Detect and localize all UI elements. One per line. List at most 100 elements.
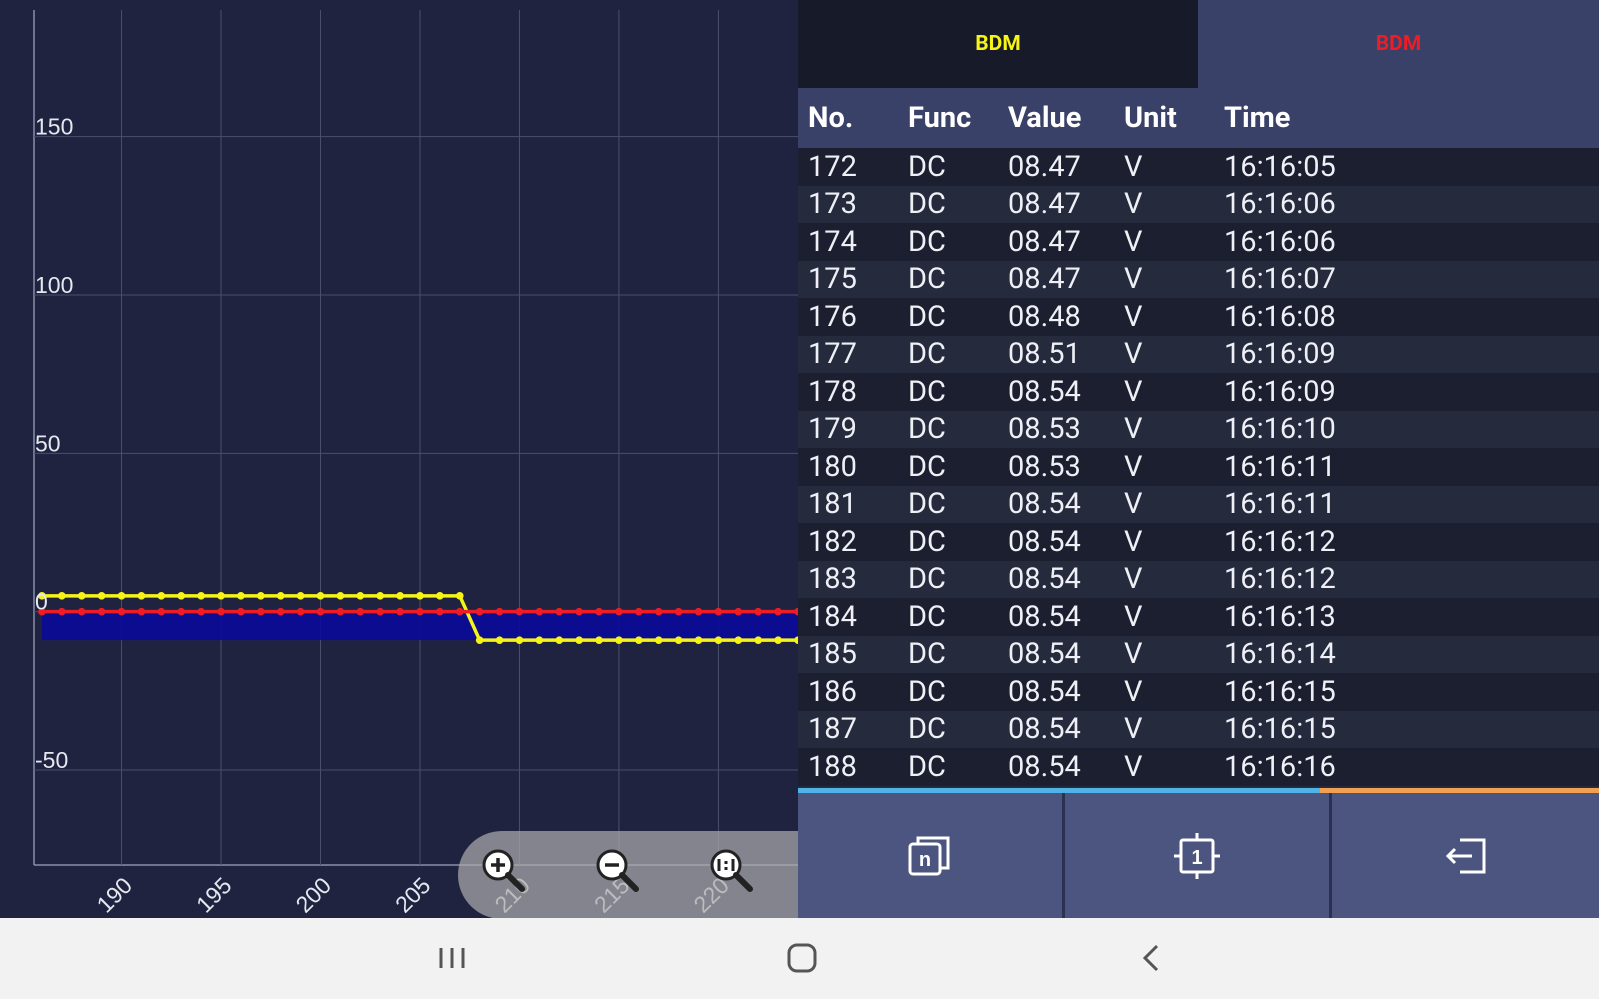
- zoom-reset-button[interactable]: [706, 845, 756, 895]
- back-icon: [1142, 944, 1159, 972]
- cell-func: DC: [908, 262, 946, 297]
- series-point-0: [197, 592, 205, 600]
- cell-value: 08.54: [1008, 562, 1081, 597]
- table-row[interactable]: 173 DC 08.47 V 16:16:06: [798, 185, 1599, 223]
- cell-no: 188: [808, 749, 857, 784]
- select-n-button[interactable]: n: [798, 793, 1062, 918]
- trend-chart[interactable]: 150100500-50 190195200205210215220: [0, 0, 798, 918]
- series-point-0: [515, 636, 524, 644]
- cell-no: 179: [808, 412, 857, 447]
- cell-value: 08.54: [1008, 674, 1081, 709]
- cell-time: 16:16:16: [1224, 749, 1336, 784]
- cell-value: 08.53: [1008, 449, 1081, 484]
- table-row[interactable]: 174 DC 08.47 V 16:16:06: [798, 223, 1599, 261]
- cell-time: 16:16:14: [1224, 637, 1336, 672]
- table-row[interactable]: 172 DC 08.47 V 16:16:05: [798, 148, 1599, 186]
- series-point-1: [416, 607, 424, 616]
- series-point-1: [197, 607, 205, 616]
- chart-panel[interactable]: 150100500-50 190195200205210215220: [0, 0, 798, 918]
- home-button[interactable]: [780, 936, 824, 980]
- series-point-0: [555, 636, 564, 644]
- series-point-0: [475, 636, 484, 644]
- series-point-1: [495, 607, 504, 616]
- cell-time: 16:16:12: [1224, 562, 1336, 597]
- exit-button[interactable]: [1332, 793, 1599, 918]
- series-point-0: [217, 592, 225, 600]
- exit-icon: [1445, 838, 1485, 873]
- series-point-0: [356, 592, 365, 600]
- y-tick-label: -50: [35, 747, 68, 773]
- series-point-1: [654, 607, 663, 616]
- cell-time: 16:16:11: [1224, 487, 1336, 522]
- cell-time: 16:16:11: [1224, 449, 1336, 484]
- series-point-0: [117, 592, 126, 600]
- cell-func: DC: [908, 637, 946, 672]
- series-point-0: [714, 636, 723, 644]
- table-row[interactable]: 186 DC 08.54 V 16:16:15: [798, 673, 1599, 711]
- recent-apps-button[interactable]: [430, 936, 474, 980]
- table-row[interactable]: 182 DC 08.54 V 16:16:12: [798, 523, 1599, 561]
- series-point-0: [276, 592, 285, 600]
- cell-value: 08.47: [1008, 149, 1081, 184]
- series-point-0: [774, 636, 782, 644]
- series-point-0: [734, 636, 743, 644]
- table-row[interactable]: 181 DC 08.54 V 16:16:11: [798, 485, 1599, 523]
- y-tick-label: 50: [35, 430, 61, 456]
- table-row[interactable]: 184 DC 08.54 V 16:16:13: [798, 598, 1599, 636]
- cell-unit: V: [1124, 374, 1143, 409]
- series-point-1: [257, 607, 265, 616]
- zoom-out-icon: [596, 849, 639, 892]
- select-one-button[interactable]: 1: [1065, 793, 1329, 918]
- series-point-1: [58, 607, 66, 616]
- cell-no: 176: [808, 299, 857, 334]
- zoom-in-button[interactable]: [478, 845, 528, 895]
- cell-time: 16:16:07: [1224, 262, 1336, 297]
- series-point-0: [77, 592, 86, 600]
- table-row[interactable]: 178 DC 08.54 V 16:16:09: [798, 373, 1599, 411]
- back-button[interactable]: [1130, 936, 1174, 980]
- series-point-0: [694, 636, 703, 644]
- cell-func: DC: [908, 524, 946, 559]
- cell-func: DC: [908, 187, 946, 222]
- series-point-0: [336, 592, 345, 600]
- cell-value: 08.54: [1008, 524, 1081, 559]
- table-row[interactable]: 175 DC 08.47 V 16:16:07: [798, 260, 1599, 298]
- cell-value: 08.47: [1008, 187, 1081, 222]
- series-point-1: [555, 607, 564, 616]
- table-row[interactable]: 185 DC 08.54 V 16:16:14: [798, 635, 1599, 673]
- cell-no: 172: [808, 149, 857, 184]
- cell-func: DC: [908, 374, 946, 409]
- log-table-panel: BDM BDM No. Func Value Unit Time 172 DC 08…: [798, 0, 1599, 918]
- cell-time: 16:16:09: [1224, 374, 1336, 409]
- series-point-0: [535, 636, 544, 644]
- table-row[interactable]: 180 DC 08.53 V 16:16:11: [798, 448, 1599, 486]
- table-row[interactable]: 188 DC 08.54 V 16:16:16: [798, 748, 1599, 786]
- series-point-1: [97, 607, 106, 616]
- table-row[interactable]: 179 DC 08.53 V 16:16:10: [798, 410, 1599, 448]
- series-point-1: [475, 607, 484, 616]
- series-point-1: [296, 607, 305, 616]
- series-point-0: [635, 636, 643, 644]
- series-point-1: [515, 607, 524, 616]
- cell-value: 08.51: [1008, 337, 1081, 372]
- table-body[interactable]: 172 DC 08.47 V 16:16:05 173 DC 08.47 V 16:16:06 17…: [798, 148, 1599, 790]
- zoom-out-button[interactable]: [592, 845, 642, 895]
- series-point-1: [117, 607, 126, 616]
- cell-unit: V: [1124, 299, 1143, 334]
- series-point-0: [257, 592, 265, 600]
- cell-func: DC: [908, 299, 946, 334]
- table-row[interactable]: 177 DC 08.51 V 16:16:09: [798, 335, 1599, 373]
- cell-func: DC: [908, 712, 946, 747]
- series-point-1: [276, 607, 285, 616]
- cell-no: 178: [808, 374, 857, 409]
- system-nav-bar: [0, 918, 1599, 999]
- series-point-0: [455, 592, 464, 600]
- tab-bdm-red[interactable]: BDM: [1198, 0, 1599, 88]
- table-row[interactable]: 187 DC 08.54 V 16:16:15: [798, 710, 1599, 748]
- table-row[interactable]: 183 DC 08.54 V 16:16:12: [798, 560, 1599, 598]
- series-point-0: [654, 636, 663, 644]
- series-point-0: [58, 592, 66, 600]
- table-row[interactable]: 176 DC 08.48 V 16:16:08: [798, 298, 1599, 336]
- tab-bdm-yellow[interactable]: BDM: [798, 0, 1198, 88]
- cell-value: 08.54: [1008, 599, 1081, 634]
